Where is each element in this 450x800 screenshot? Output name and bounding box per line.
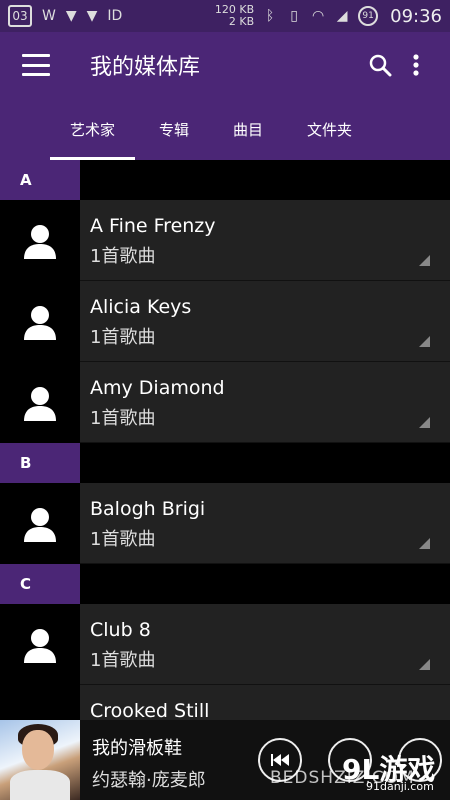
artist-name: A Fine Frenzy [90,215,216,237]
calendar-badge-icon: 03 [8,5,32,27]
vibrate-icon: ▯ [290,8,298,24]
list-item[interactable]: A Fine Frenzy 1首歌曲 [0,200,450,281]
network-speed: 120 KB 2 KB [215,4,254,28]
list-item[interactable]: Amy Diamond 1首歌曲 [0,362,450,443]
section-letter: B [0,443,80,483]
song-count: 1首歌曲 [90,327,156,348]
artist-name: Alicia Keys [90,296,192,318]
hamburger-menu-icon[interactable] [22,54,50,76]
clock: 09:36 [390,5,442,27]
person-icon [0,604,80,685]
status-bar: 03 W ▼ ▼ ID 120 KB 2 KB ᛒ ▯ ◠ ◢ 91 09:36 [0,0,450,32]
artist-name: Crooked Still [90,700,210,720]
corner-indicator-icon[interactable] [419,417,430,428]
search-icon[interactable] [362,47,398,83]
person-icon [0,685,80,720]
download-icon: ▼ [65,8,77,24]
artist-name: Amy Diamond [90,377,225,399]
now-playing-title: 我的滑板鞋 [92,738,182,759]
song-count: 1首歌曲 [90,650,156,671]
tab-bar: 艺术家 专辑 曲目 文件夹 [0,98,450,160]
artist-name: Club 8 [90,619,151,641]
song-count: 1首歌曲 [90,408,156,429]
song-count: 1首歌曲 [90,246,156,267]
person-icon [0,200,80,281]
now-playing-artist: 约瑟翰·庞麦郎 [92,770,206,791]
section-header-a: A [0,160,450,200]
bluetooth-icon: ᛒ [265,8,275,24]
walkman-icon: W [42,8,56,24]
list-item[interactable]: Alicia Keys 1首歌曲 [0,281,450,362]
person-icon [0,362,80,443]
section-header-c: C [0,564,450,604]
list-item[interactable]: Balogh Brigi 1首歌曲 [0,483,450,564]
artist-list[interactable]: A A Fine Frenzy 1首歌曲 Alicia Keys 1首歌曲 Am… [0,160,450,720]
section-header-b: B [0,443,450,483]
song-count: 1首歌曲 [90,529,156,550]
corner-indicator-icon[interactable] [419,255,430,266]
list-item[interactable]: Crooked Still [0,685,450,720]
list-item[interactable]: Club 8 1首歌曲 [0,604,450,685]
battery-icon: 91 [358,6,379,26]
download-icon: ▼ [86,8,98,24]
corner-indicator-icon[interactable] [419,538,430,549]
page-title: 我的媒体库 [90,55,201,80]
net-down: 2 KB [228,15,255,28]
app-bar: 我的媒体库 艺术家 专辑 曲目 文件夹 [0,32,450,160]
person-icon [0,281,80,362]
album-cover[interactable] [0,720,80,800]
tab-folders[interactable]: 文件夹 [307,98,352,160]
tab-artists[interactable]: 艺术家 [49,98,136,160]
signal-icon: ◢ [336,8,348,24]
app-id-icon: ID [107,8,123,24]
corner-indicator-icon[interactable] [419,336,430,347]
corner-indicator-icon[interactable] [419,659,430,670]
section-letter: C [0,564,80,604]
artist-name: Balogh Brigi [90,498,206,520]
tab-tracks[interactable]: 曲目 [233,98,263,160]
tab-albums[interactable]: 专辑 [159,98,189,160]
watermark-url: 91danji.com [366,780,434,793]
wifi-icon: ◠ [312,8,325,24]
section-letter: A [0,160,80,200]
person-icon [0,483,80,564]
more-vertical-icon[interactable] [398,47,434,83]
